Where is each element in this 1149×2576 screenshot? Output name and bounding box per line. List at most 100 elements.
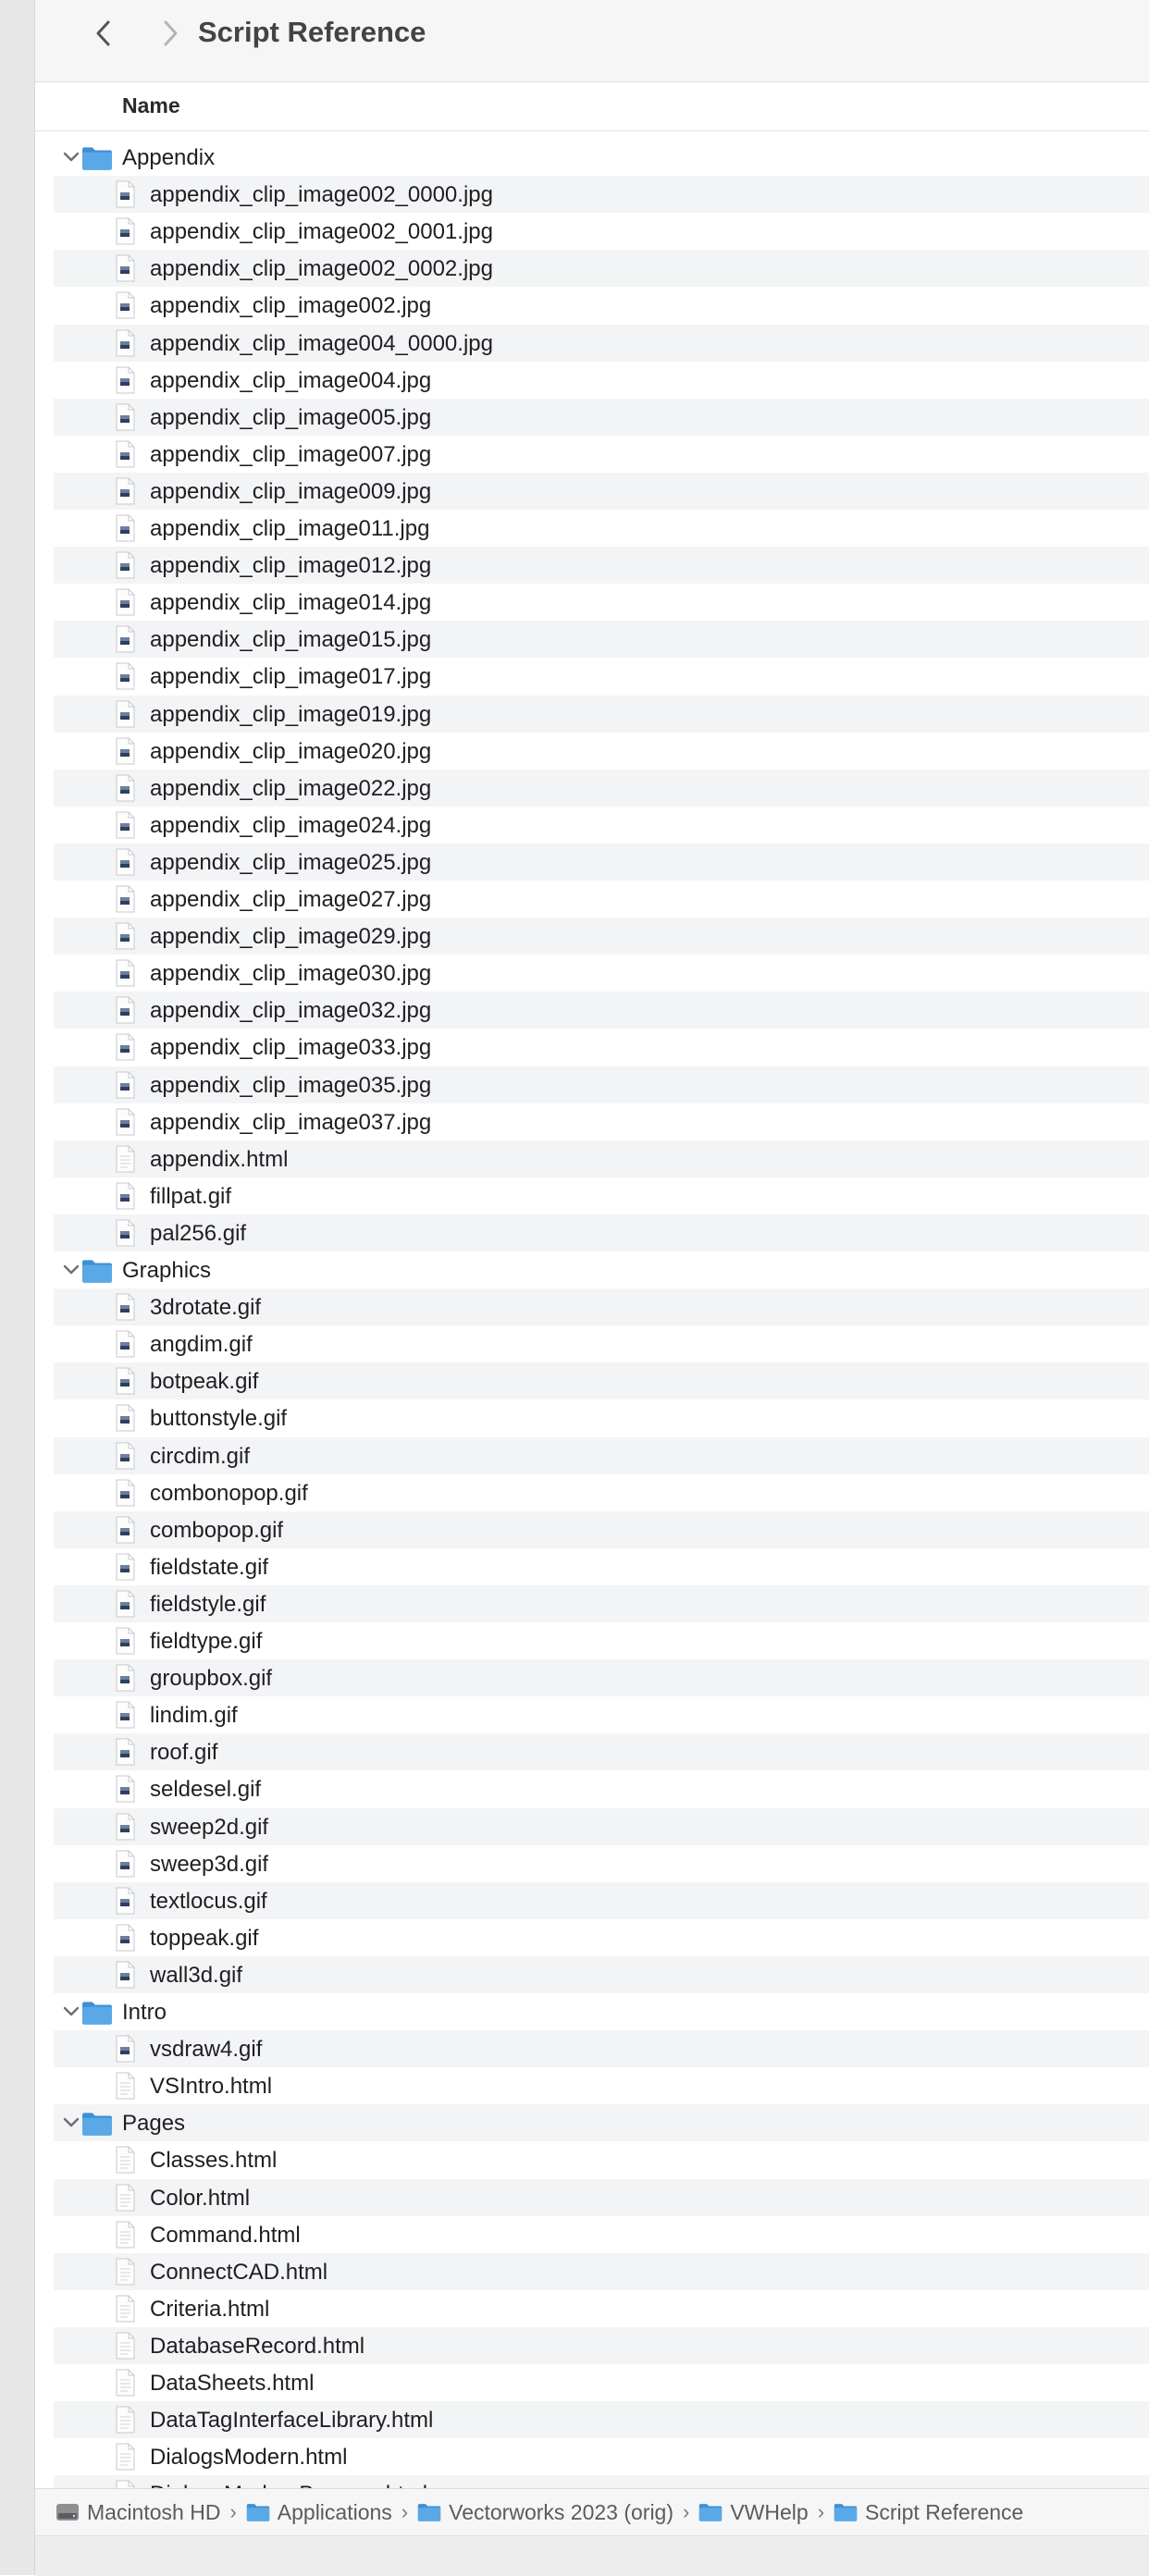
file-row[interactable]: DataSheets.html <box>54 2364 1149 2401</box>
file-row[interactable]: wall3d.gif <box>54 1955 1149 1993</box>
file-row[interactable]: 3drotate.gif <box>54 1288 1149 1326</box>
folder-row[interactable]: Pages <box>54 2104 1149 2142</box>
folder-row[interactable]: Appendix <box>54 139 1149 176</box>
file-row[interactable]: appendix_clip_image012.jpg <box>54 547 1149 585</box>
name-column-header[interactable]: Name <box>122 93 180 118</box>
file-row[interactable]: appendix_clip_image002_0001.jpg <box>54 213 1149 250</box>
file-row[interactable]: appendix_clip_image035.jpg <box>54 1066 1149 1103</box>
file-row[interactable]: appendix_clip_image011.jpg <box>54 510 1149 547</box>
file-row[interactable]: seldesel.gif <box>54 1770 1149 1807</box>
path-item[interactable]: VWHelp <box>698 2500 809 2525</box>
file-row[interactable]: textlocus.gif <box>54 1881 1149 1919</box>
file-row[interactable]: appendix_clip_image004_0000.jpg <box>54 324 1149 362</box>
path-item-label: Script Reference <box>865 2499 1024 2524</box>
item-name: Graphics <box>122 1258 212 1283</box>
file-row[interactable]: appendix_clip_image002_0000.jpg <box>54 176 1149 214</box>
file-row[interactable]: ConnectCAD.html <box>54 2252 1149 2290</box>
item-name: appendix_clip_image030.jpg <box>150 961 432 987</box>
file-row[interactable]: appendix_clip_image037.jpg <box>54 1103 1149 1140</box>
path-item[interactable]: Applications <box>246 2500 392 2525</box>
file-row[interactable]: lindim.gif <box>54 1696 1149 1733</box>
file-row[interactable]: appendix_clip_image029.jpg <box>54 918 1149 955</box>
file-row[interactable]: fillpat.gif <box>54 1177 1149 1214</box>
file-icon-wrap <box>115 1738 135 1770</box>
file-row[interactable]: sweep3d.gif <box>54 1845 1149 1882</box>
item-name: appendix_clip_image005.jpg <box>150 404 432 430</box>
file-row[interactable]: appendix_clip_image017.jpg <box>54 658 1149 695</box>
file-row[interactable]: appendix_clip_image007.jpg <box>54 436 1149 473</box>
file-icon-wrap <box>115 403 135 436</box>
file-row[interactable]: Command.html <box>54 2216 1149 2253</box>
file-row[interactable]: Color.html <box>54 2178 1149 2216</box>
file-row[interactable]: appendix_clip_image002_0002.jpg <box>54 250 1149 288</box>
file-icon-wrap <box>115 477 135 510</box>
file-row[interactable]: buttonstyle.gif <box>54 1399 1149 1436</box>
file-row[interactable]: angdim.gif <box>54 1325 1149 1362</box>
file-row[interactable]: Classes.html <box>54 2141 1149 2178</box>
file-row[interactable]: appendix_clip_image004.jpg <box>54 362 1149 399</box>
file-row[interactable]: fieldtype.gif <box>54 1622 1149 1659</box>
file-row[interactable]: circdim.gif <box>54 1436 1149 1474</box>
disclosure-triangle[interactable] <box>62 2003 80 2020</box>
file-list[interactable]: Appendix appendix_clip_image002_0000.jpg… <box>35 139 1149 2488</box>
file-icon-wrap <box>115 625 135 658</box>
file-row[interactable]: combonopop.gif <box>54 1474 1149 1511</box>
image-file-icon <box>116 366 135 394</box>
path-icon-wrap <box>834 2502 858 2522</box>
file-row[interactable]: vsdraw4.gif <box>54 2030 1149 2068</box>
file-row[interactable]: appendix_clip_image019.jpg <box>54 695 1149 733</box>
file-row[interactable]: appendix_clip_image009.jpg <box>54 472 1149 510</box>
file-row[interactable]: toppeak.gif <box>54 1919 1149 1956</box>
image-file-icon <box>116 180 135 208</box>
file-row[interactable]: botpeak.gif <box>54 1362 1149 1400</box>
folder-icon <box>417 2504 441 2521</box>
document-icon <box>116 1145 135 1173</box>
image-file-icon <box>116 625 135 653</box>
file-row[interactable]: appendix_clip_image025.jpg <box>54 843 1149 881</box>
file-row[interactable]: appendix_clip_image030.jpg <box>54 955 1149 992</box>
back-button[interactable] <box>83 15 124 52</box>
file-row[interactable]: appendix_clip_image015.jpg <box>54 621 1149 659</box>
file-row[interactable]: appendix_clip_image024.jpg <box>54 807 1149 844</box>
image-file-icon <box>116 1330 135 1358</box>
path-item[interactable]: Vectorworks 2023 (orig) <box>417 2500 673 2525</box>
file-row[interactable]: appendix_clip_image014.jpg <box>54 584 1149 621</box>
image-file-icon <box>116 1108 135 1136</box>
file-row[interactable]: groupbox.gif <box>54 1659 1149 1697</box>
disclosure-triangle[interactable] <box>62 2114 80 2131</box>
forward-button[interactable] <box>150 15 191 52</box>
file-row[interactable]: appendix_clip_image032.jpg <box>54 992 1149 1029</box>
image-file-icon <box>116 1961 135 1989</box>
path-item[interactable]: Macintosh HD <box>56 2500 220 2525</box>
path-item[interactable]: Script Reference <box>834 2500 1023 2525</box>
file-row[interactable]: appendix_clip_image022.jpg <box>54 769 1149 807</box>
file-row[interactable]: fieldstate.gif <box>54 1548 1149 1585</box>
file-row[interactable]: DialogsModern.html <box>54 2438 1149 2475</box>
file-row[interactable]: DialogsModernBrowser.html <box>54 2475 1149 2488</box>
folder-icon <box>82 147 112 170</box>
item-name: ConnectCAD.html <box>150 2259 328 2285</box>
file-row[interactable]: DataTagInterfaceLibrary.html <box>54 2401 1149 2439</box>
disclosure-triangle[interactable] <box>62 1262 80 1278</box>
file-row[interactable]: VSIntro.html <box>54 2067 1149 2104</box>
file-row[interactable]: appendix_clip_image033.jpg <box>54 1029 1149 1066</box>
image-file-icon <box>116 1553 135 1581</box>
file-row[interactable]: appendix.html <box>54 1140 1149 1177</box>
file-row[interactable]: roof.gif <box>54 1733 1149 1771</box>
file-row[interactable]: appendix_clip_image005.jpg <box>54 398 1149 436</box>
file-row[interactable]: fieldstyle.gif <box>54 1584 1149 1622</box>
file-row[interactable]: appendix_clip_image020.jpg <box>54 733 1149 770</box>
folder-row[interactable]: Intro <box>54 1993 1149 2030</box>
file-row[interactable]: combopop.gif <box>54 1510 1149 1548</box>
file-row[interactable]: DatabaseRecord.html <box>54 2326 1149 2364</box>
disclosure-triangle[interactable] <box>62 149 80 166</box>
item-name: Intro <box>122 2000 167 2025</box>
toolbar: Script Reference <box>35 0 1149 82</box>
file-row[interactable]: sweep2d.gif <box>54 1807 1149 1845</box>
file-row[interactable]: appendix_clip_image027.jpg <box>54 881 1149 918</box>
item-name: DialogsModernBrowser.html <box>150 2482 427 2488</box>
folder-row[interactable]: Graphics <box>54 1251 1149 1288</box>
file-row[interactable]: pal256.gif <box>54 1214 1149 1251</box>
file-row[interactable]: appendix_clip_image002.jpg <box>54 287 1149 324</box>
file-row[interactable]: Criteria.html <box>54 2290 1149 2327</box>
